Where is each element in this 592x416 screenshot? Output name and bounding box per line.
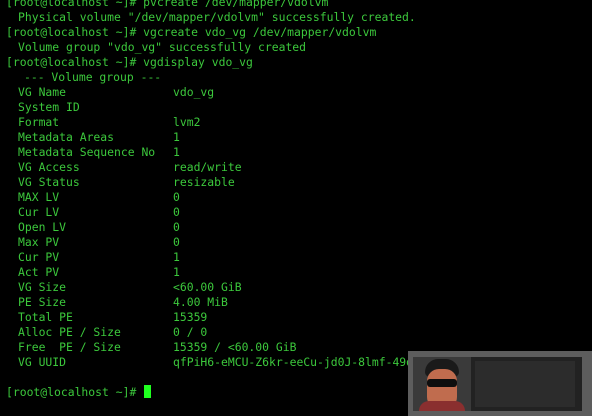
vg-field-value: qfPiH6-eMCU-Z6kr-eeCu-jd0J-8lmf-49daZX (173, 355, 434, 369)
vg-field-value: <60.00 GiB (173, 280, 242, 294)
vg-field-row: Metadata Sequence No 1 (6, 145, 592, 160)
vg-field-key: VG Access (18, 160, 80, 174)
command-output: Volume group "vdo_vg" successfully creat… (18, 40, 307, 54)
shell-prompt: [root@localhost ~]# (6, 385, 144, 399)
vg-field-key: Total PE (18, 310, 73, 324)
vg-field-row: Cur LV 0 (6, 205, 592, 220)
webcam-frame (413, 357, 582, 411)
webcam-person-glasses (427, 379, 457, 387)
vg-section-header: --- Volume group --- (24, 70, 162, 84)
vg-field-key: Cur PV (18, 250, 60, 264)
vg-field-value: 1 (173, 250, 180, 264)
vg-field-row: Cur PV 1 (6, 250, 592, 265)
vg-field-row: Format lvm2 (6, 115, 592, 130)
vg-field-key: Metadata Sequence No (18, 145, 156, 159)
vg-field-key: Free PE / Size (18, 340, 121, 354)
vg-field-value: 15359 / <60.00 GiB (173, 340, 297, 354)
shell-prompt: [root@localhost ~]# (6, 0, 144, 9)
vg-field-value: 0 (173, 220, 180, 234)
vg-field-value: resizable (173, 175, 235, 189)
command-line: [root@localhost ~]# pvcreate /dev/mapper… (6, 0, 592, 10)
text-cursor (144, 385, 152, 398)
vg-field-key: VG Size (18, 280, 67, 294)
vg-field-key: Max PV (18, 235, 60, 249)
shell-prompt: [root@localhost ~]# (6, 25, 144, 39)
vg-field-value: 0 (173, 190, 180, 204)
webcam-person-shirt (419, 401, 465, 411)
webcam-background (475, 361, 575, 407)
command-text: pvcreate /dev/mapper/vdolvm (143, 0, 329, 9)
vg-field-row: System ID (6, 100, 592, 115)
command-line: [root@localhost ~]# vgdisplay vdo_vg (6, 55, 592, 70)
vg-field-row: Alloc PE / Size 0 / 0 (6, 325, 592, 340)
webcam-overlay (408, 351, 592, 416)
vg-field-key: VG Status (18, 175, 80, 189)
vg-field-value: 1 (173, 145, 180, 159)
vg-field-key: VG UUID (18, 355, 67, 369)
vg-field-key: Alloc PE / Size (18, 325, 121, 339)
vg-field-row: Metadata Areas 1 (6, 130, 592, 145)
vg-field-row: VG Size <60.00 GiB (6, 280, 592, 295)
command-output: Physical volume "/dev/mapper/vdolvm" suc… (18, 10, 416, 24)
vg-field-value: vdo_vg (173, 85, 215, 99)
vg-field-key: VG Name (18, 85, 67, 99)
vg-field-row: PE Size 4.00 MiB (6, 295, 592, 310)
vg-field-key: Act PV (18, 265, 60, 279)
vg-field-value: 0 / 0 (173, 325, 208, 339)
vg-field-row: VG Name vdo_vg (6, 85, 592, 100)
vg-field-row: Max PV 0 (6, 235, 592, 250)
vg-field-key: Cur LV (18, 205, 60, 219)
terminal-window[interactable]: [root@localhost ~]# pvcreate /dev/mapper… (6, 0, 592, 400)
vg-field-value: 15359 (173, 310, 208, 324)
vg-field-key: PE Size (18, 295, 67, 309)
vg-field-key: Format (18, 115, 60, 129)
vg-field-row: VG Status resizable (6, 175, 592, 190)
vg-field-value: 4.00 MiB (173, 295, 228, 309)
vg-field-value: 1 (173, 130, 180, 144)
vg-field-value: 0 (173, 235, 180, 249)
command-text: vgcreate vdo_vg /dev/mapper/vdolvm (143, 25, 377, 39)
vg-field-row: Act PV 1 (6, 265, 592, 280)
vg-field-row: VG Access read/write (6, 160, 592, 175)
vg-field-row: Open LV 0 (6, 220, 592, 235)
command-text: vgdisplay vdo_vg (143, 55, 253, 69)
vg-field-key: MAX LV (18, 190, 60, 204)
vg-field-value: read/write (173, 160, 242, 174)
webcam-person (413, 357, 471, 411)
vg-field-value: 1 (173, 265, 180, 279)
vg-field-row: Total PE 15359 (6, 310, 592, 325)
vg-field-key: Metadata Areas (18, 130, 115, 144)
vg-field-key: Open LV (18, 220, 67, 234)
shell-prompt: [root@localhost ~]# (6, 55, 144, 69)
command-line: [root@localhost ~]# vgcreate vdo_vg /dev… (6, 25, 592, 40)
vg-field-key: System ID (18, 100, 80, 114)
vg-field-row: MAX LV 0 (6, 190, 592, 205)
vg-field-value: lvm2 (173, 115, 201, 129)
vg-field-value: 0 (173, 205, 180, 219)
